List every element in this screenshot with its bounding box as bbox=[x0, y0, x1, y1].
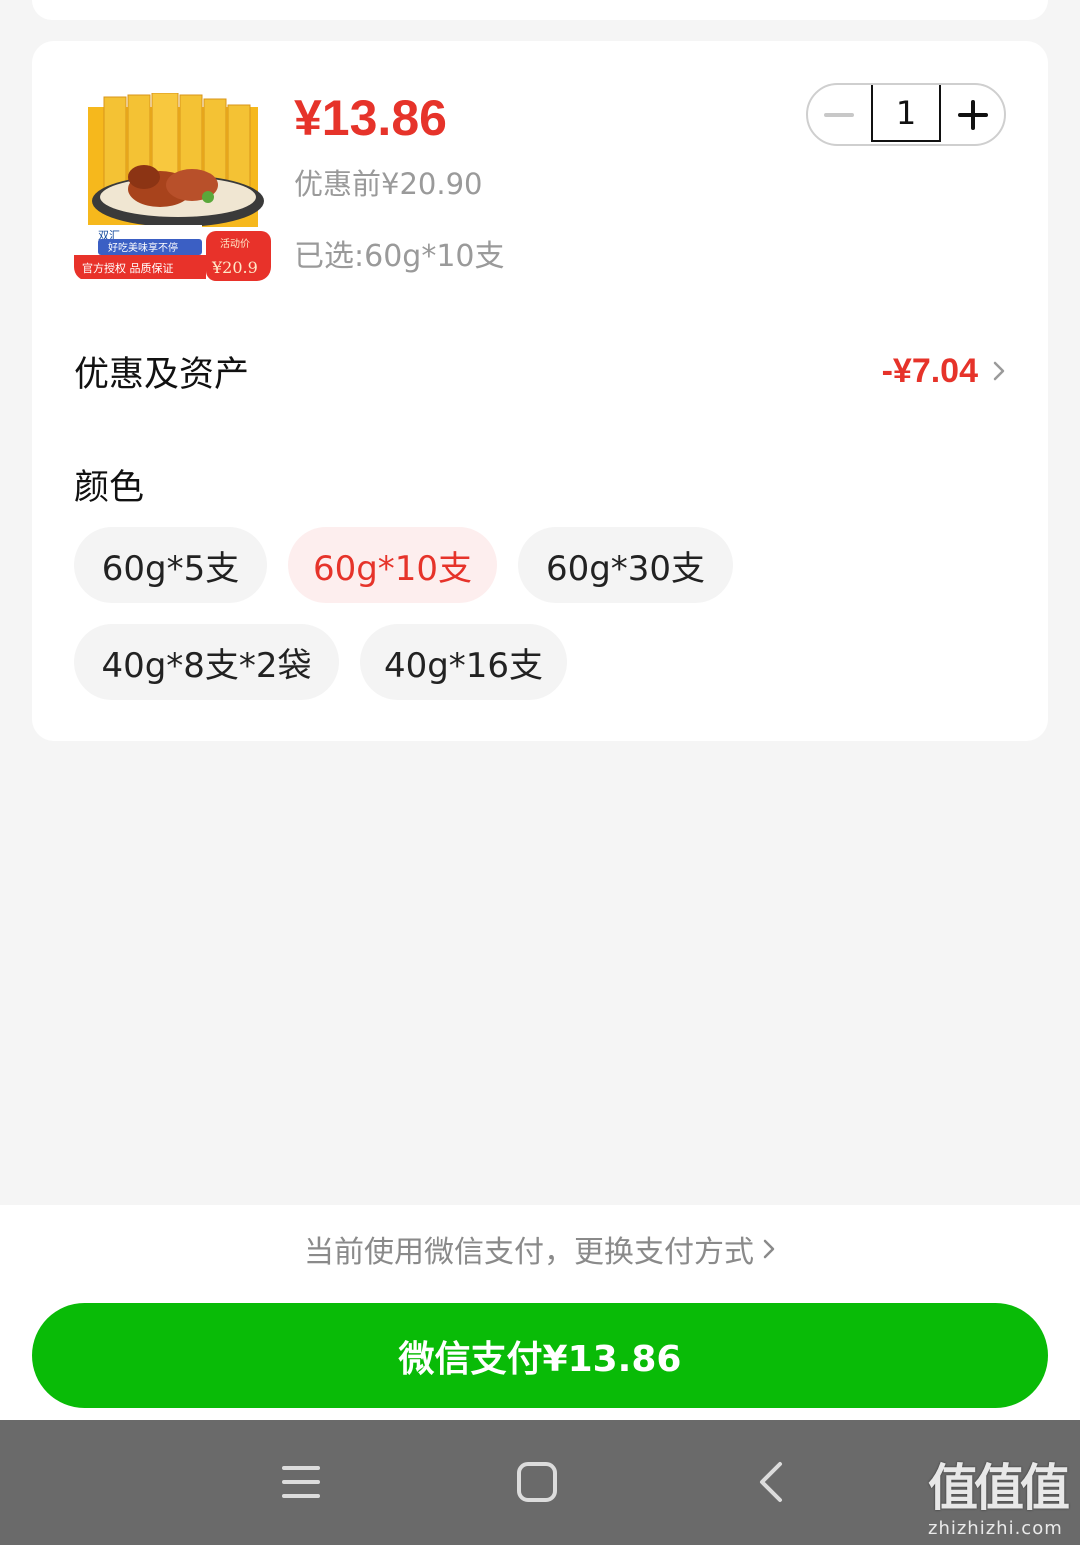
option-chip-60g-30[interactable]: 60g*30支 bbox=[518, 527, 733, 603]
back-icon[interactable] bbox=[756, 1460, 786, 1504]
home-icon[interactable] bbox=[515, 1460, 559, 1504]
minus-icon bbox=[824, 112, 855, 117]
change-payment-link[interactable]: 当前使用微信支付，更换支付方式 bbox=[0, 1227, 1080, 1271]
current-price: ¥13.86 bbox=[294, 90, 447, 146]
option-chip-60g-5[interactable]: 60g*5支 bbox=[74, 527, 267, 603]
original-price: 优惠前¥20.90 bbox=[294, 167, 483, 201]
product-thumbnail[interactable]: 双汇 好吃美味享不停 官方授权 品质保证 活动价 ¥20.9 bbox=[74, 93, 271, 281]
menu-icon[interactable] bbox=[280, 1462, 322, 1502]
previous-card bbox=[32, 0, 1048, 20]
option-chip-60g-10-selected[interactable]: 60g*10支 bbox=[288, 527, 497, 603]
payment-hint-text: 当前使用微信支付，更换支付方式 bbox=[304, 1235, 754, 1270]
chevron-right-icon bbox=[763, 1239, 775, 1259]
decrease-button[interactable] bbox=[808, 85, 871, 144]
svg-text:官方授权 品质保证: 官方授权 品质保证 bbox=[82, 261, 174, 275]
product-image: 双汇 好吃美味享不停 官方授权 品质保证 活动价 ¥20.9 bbox=[74, 93, 271, 281]
quantity-input[interactable]: 1 bbox=[870, 85, 942, 142]
discount-value: -¥7.04 bbox=[881, 351, 978, 390]
option-chip-40g-16[interactable]: 40g*16支 bbox=[360, 624, 567, 700]
option-chip-40g-8x2[interactable]: 40g*8支*2袋 bbox=[74, 624, 339, 700]
watermark-url: zhizhizhi.com bbox=[928, 1518, 1063, 1539]
svg-text:¥20.9: ¥20.9 bbox=[211, 258, 258, 277]
svg-text:活动价: 活动价 bbox=[220, 238, 250, 250]
watermark: 值值值 zhizhizhi.com bbox=[928, 1448, 1070, 1539]
product-card: 双汇 好吃美味享不停 官方授权 品质保证 活动价 ¥20.9 ¥13.86 优惠… bbox=[32, 41, 1048, 741]
increase-button[interactable] bbox=[941, 85, 1004, 144]
discount-label: 优惠及资产 bbox=[74, 354, 250, 395]
discount-row[interactable]: 优惠及资产 -¥7.04 bbox=[74, 341, 1006, 401]
quantity-stepper: 1 bbox=[806, 83, 1006, 146]
svg-text:好吃美味享不停: 好吃美味享不停 bbox=[108, 241, 178, 254]
option-group-title: 颜色 bbox=[74, 468, 145, 508]
wechat-pay-button[interactable]: 微信支付¥13.86 bbox=[32, 1303, 1048, 1408]
system-navigation-bar: 值值值 zhizhizhi.com bbox=[0, 1420, 1080, 1545]
chevron-right-icon bbox=[993, 361, 1005, 381]
plus-icon bbox=[957, 99, 988, 130]
payment-bar: 当前使用微信支付，更换支付方式 微信支付¥13.86 bbox=[0, 1205, 1080, 1420]
selected-spec: 已选:60g*10支 bbox=[294, 239, 505, 274]
watermark-logo: 值值值 bbox=[928, 1459, 1070, 1517]
